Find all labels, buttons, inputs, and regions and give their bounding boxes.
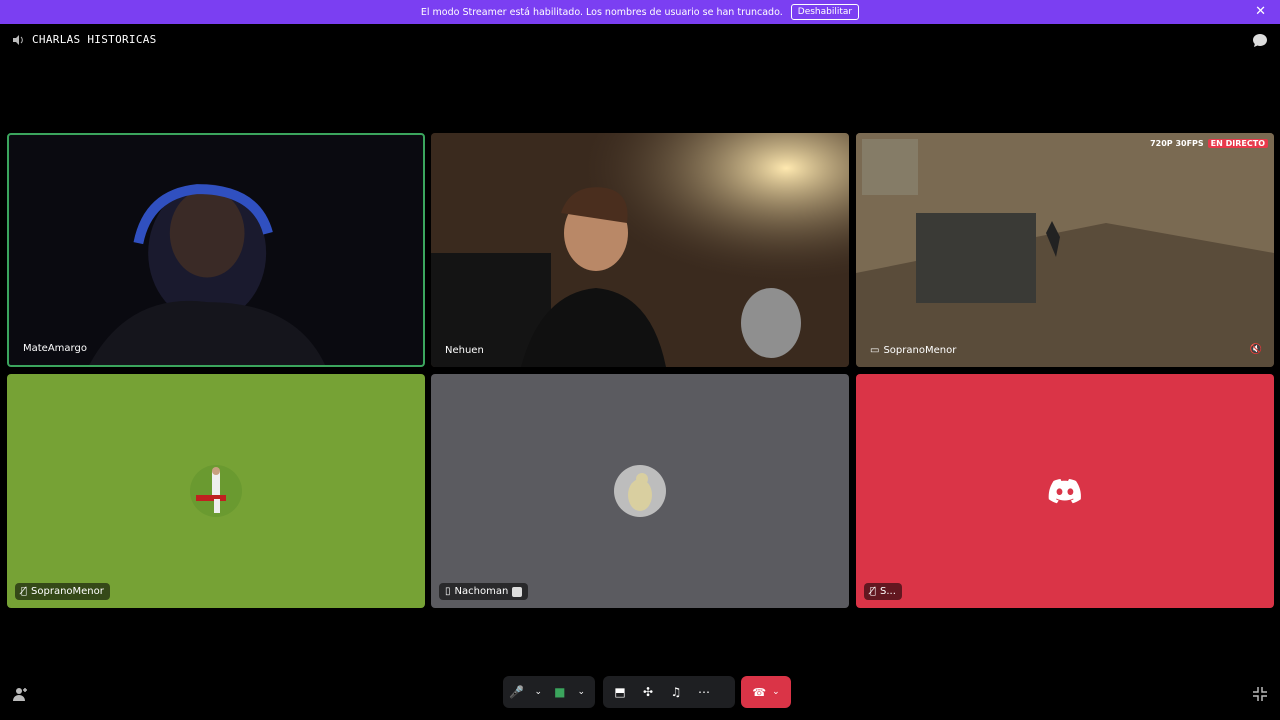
- close-icon[interactable]: ✕: [1255, 4, 1266, 19]
- video-tile-mateamargo[interactable]: MateAmargo: [7, 133, 425, 367]
- participant-name: ▭ SopranoMenor: [870, 345, 957, 356]
- call-controls: 🎤 ⌄ ■ ⌄ ⬒ ✣ ♫ ⋯ ☎ ⌄: [0, 676, 1280, 710]
- banner-text: El modo Streamer está habilitado. Los no…: [420, 6, 783, 18]
- participant-name: MateAmargo: [23, 343, 87, 354]
- chat-icon[interactable]: [1252, 33, 1268, 48]
- camera-feed: [431, 133, 849, 367]
- live-badge: EN DIRECTO: [1207, 139, 1268, 148]
- participant-name: ▯ Nachoman: [439, 583, 529, 600]
- camera-feed: [89, 184, 326, 365]
- fullscreen-exit-icon[interactable]: [1252, 686, 1268, 702]
- camera-icon[interactable]: ■: [552, 681, 568, 703]
- actions-group: ⬒ ✣ ♫ ⋯: [603, 676, 735, 708]
- chevron-down-icon[interactable]: ⌄: [772, 687, 780, 697]
- channel-header: CHARLAS HISTORICAS: [12, 33, 157, 46]
- discord-logo-icon: [1048, 479, 1081, 504]
- mic-camera-group: 🎤 ⌄ ■ ⌄: [503, 676, 595, 708]
- avatar: [614, 465, 666, 517]
- more-icon[interactable]: ⋯: [693, 681, 715, 703]
- invite-people-icon[interactable]: [12, 686, 28, 702]
- video-tile-nachoman[interactable]: ▯ Nachoman: [431, 374, 849, 608]
- activities-icon[interactable]: ✣: [637, 681, 659, 703]
- stream-badges: 720P 30FPS EN DIRECTO: [1150, 139, 1268, 148]
- streamer-mode-banner: El modo Streamer está habilitado. Los no…: [0, 0, 1280, 24]
- chevron-down-icon[interactable]: ⌄: [531, 681, 547, 703]
- muted-mic-icon: 🎙̸: [870, 586, 877, 597]
- participant-name: 🎙̸ S...: [864, 583, 902, 600]
- badge-icon: [512, 586, 523, 597]
- disable-streamer-button[interactable]: Deshabilitar: [790, 4, 860, 20]
- hang-up-icon: ☎: [752, 685, 767, 699]
- soundboard-icon[interactable]: ♫: [665, 681, 687, 703]
- mobile-icon: ▯: [445, 586, 451, 597]
- chevron-down-icon[interactable]: ⌄: [574, 681, 590, 703]
- screen-share-icon[interactable]: ⬒: [609, 681, 631, 703]
- video-tile-nehuen[interactable]: Nehuen: [431, 133, 849, 367]
- leave-call-button[interactable]: ☎ ⌄: [741, 676, 791, 708]
- stream-tile-sopranomenor[interactable]: 720P 30FPS EN DIRECTO ▭ SopranoMenor 🔇: [856, 133, 1274, 367]
- video-tile-s[interactable]: 🎙̸ S...: [856, 374, 1274, 608]
- avatar: [190, 465, 242, 517]
- stream-quality: 720P 30FPS: [1150, 139, 1204, 148]
- participant-name: 🎙̸ SopranoMenor: [15, 583, 110, 600]
- channel-name: CHARLAS HISTORICAS: [32, 33, 157, 46]
- mute-stream-icon[interactable]: 🔇: [1250, 344, 1262, 355]
- microphone-icon[interactable]: 🎤: [509, 681, 525, 703]
- participant-name: Nehuen: [445, 345, 484, 356]
- screen-share-icon: ▭: [870, 345, 880, 356]
- muted-mic-icon: 🎙̸: [21, 586, 28, 597]
- speaker-icon: [13, 34, 23, 45]
- screen-share-feed: [856, 133, 1274, 367]
- video-tile-sopranomenor-avatar[interactable]: 🎙̸ SopranoMenor: [7, 374, 425, 608]
